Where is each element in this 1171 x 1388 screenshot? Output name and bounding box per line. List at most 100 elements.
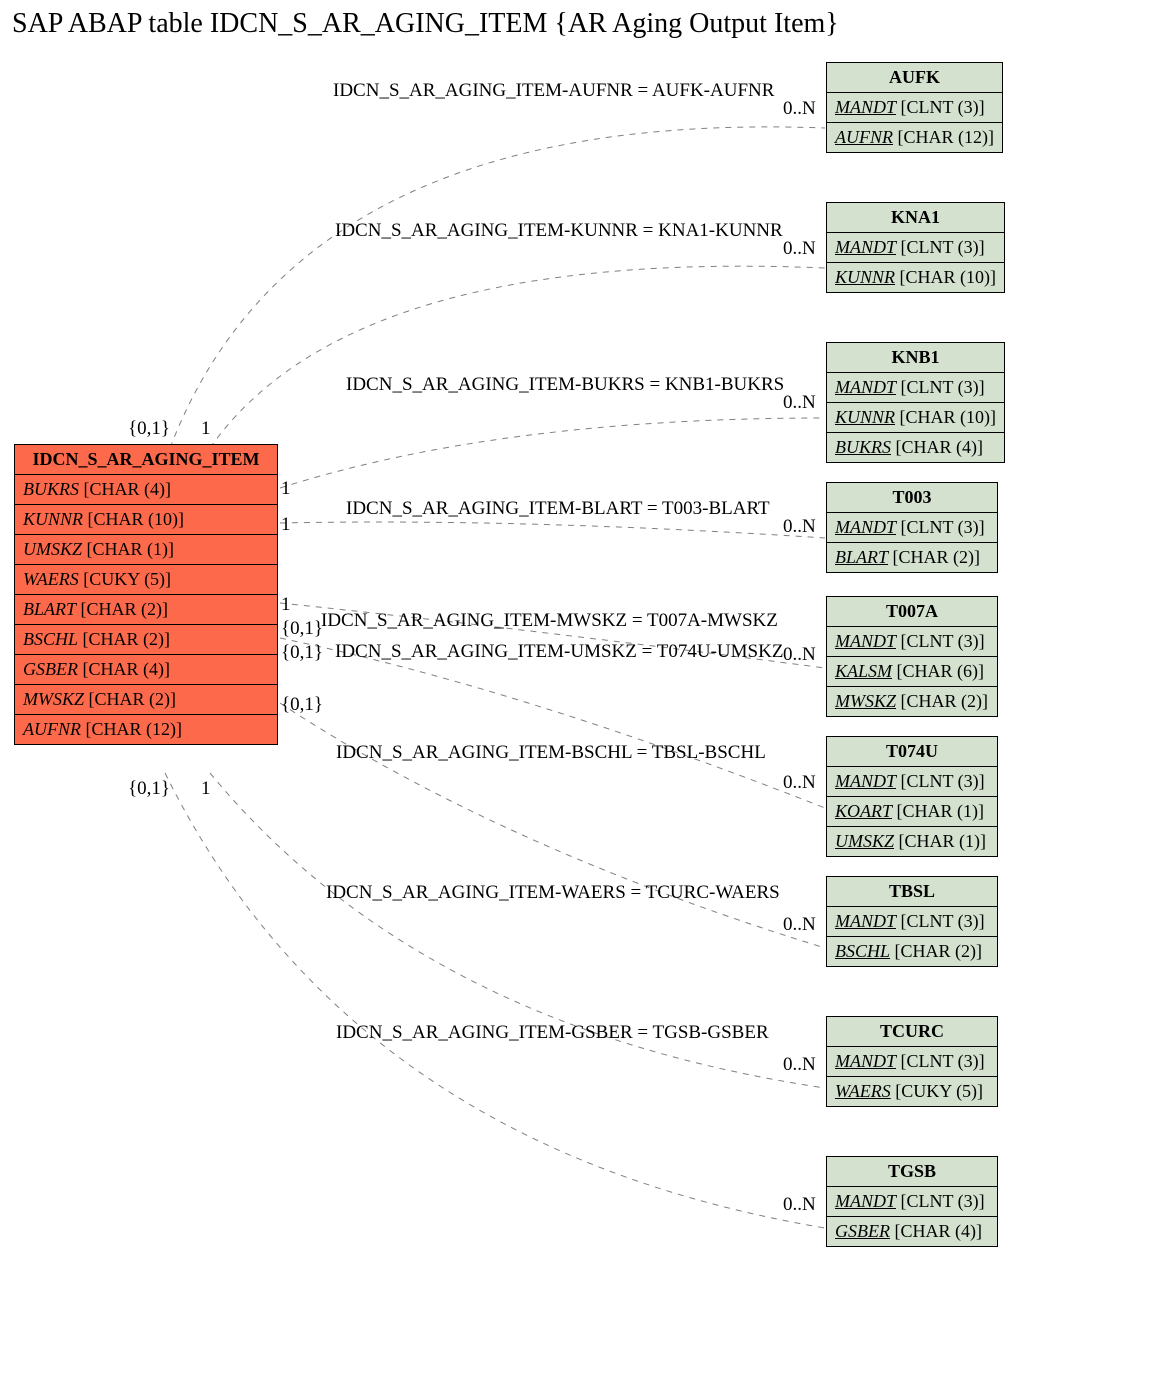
entity-target-header: AUFK <box>827 63 1002 93</box>
entity-field: GSBER [CHAR (4)] <box>827 1217 997 1246</box>
relation-label: IDCN_S_AR_AGING_ITEM-MWSKZ = T007A-MWSKZ <box>321 610 778 632</box>
entity-field: AUFNR [CHAR (12)] <box>15 715 277 744</box>
field-name: KUNNR <box>835 407 895 427</box>
entity-target: T003MANDT [CLNT (3)]BLART [CHAR (2)] <box>826 482 998 573</box>
entity-field: BUKRS [CHAR (4)] <box>15 475 277 505</box>
cardinality: 0..N <box>783 516 816 538</box>
field-name: MANDT <box>835 97 896 117</box>
field-type: [CHAR (2)] <box>84 689 176 709</box>
relation-label: IDCN_S_AR_AGING_ITEM-BLART = T003-BLART <box>346 498 770 520</box>
field-name: BUKRS <box>835 437 891 457</box>
field-name: KUNNR <box>835 267 895 287</box>
entity-main-header: IDCN_S_AR_AGING_ITEM <box>15 445 277 475</box>
field-name: BSCHL <box>23 629 78 649</box>
field-name: MANDT <box>835 1051 896 1071</box>
entity-target: KNA1MANDT [CLNT (3)] KUNNR [CHAR (10)] <box>826 202 1005 293</box>
diagram-canvas: IDCN_S_AR_AGING_ITEM BUKRS [CHAR (4)] KUN… <box>0 48 1171 1388</box>
entity-field: MANDT [CLNT (3)] <box>827 767 997 797</box>
field-type: [CHAR (4)] <box>891 437 983 457</box>
field-name: BLART <box>23 599 76 619</box>
field-name: WAERS <box>23 569 79 589</box>
entity-target: TGSBMANDT [CLNT (3)]GSBER [CHAR (4)] <box>826 1156 998 1247</box>
field-name: AUFNR <box>835 127 893 147</box>
entity-target-header: TCURC <box>827 1017 997 1047</box>
cardinality: 1 <box>281 478 291 500</box>
entity-field: MANDT [CLNT (3)] <box>827 907 997 937</box>
entity-field: MANDT [CLNT (3)] <box>827 373 1004 403</box>
cardinality: {0,1} <box>281 642 323 664</box>
entity-field: MANDT [CLNT (3)] <box>827 513 997 543</box>
field-name: WAERS <box>835 1081 891 1101</box>
field-type: [CHAR (10)] <box>895 267 996 287</box>
field-name: MANDT <box>835 631 896 651</box>
field-type: [CHAR (1)] <box>892 801 984 821</box>
field-type: [CLNT (3)] <box>896 911 985 931</box>
entity-target-header: T074U <box>827 737 997 767</box>
entity-field: MWSKZ [CHAR (2)] <box>15 685 277 715</box>
field-name: BUKRS <box>23 479 79 499</box>
page-title: SAP ABAP table IDCN_S_AR_AGING_ITEM {AR … <box>0 0 1171 48</box>
entity-field: WAERS [CUKY (5)] <box>15 565 277 595</box>
entity-field: MANDT [CLNT (3)] <box>827 93 1002 123</box>
entity-field: MWSKZ [CHAR (2)] <box>827 687 997 716</box>
relation-label: IDCN_S_AR_AGING_ITEM-WAERS = TCURC-WAERS <box>326 882 780 904</box>
field-name: KOART <box>835 801 892 821</box>
field-type: [CLNT (3)] <box>896 631 985 651</box>
field-type: [CLNT (3)] <box>896 97 985 117</box>
field-type: [CUKY (5)] <box>79 569 171 589</box>
entity-target: KNB1MANDT [CLNT (3)]KUNNR [CHAR (10)]BUK… <box>826 342 1005 463</box>
entity-field: UMSKZ [CHAR (1)] <box>15 535 277 565</box>
field-name: MANDT <box>835 911 896 931</box>
entity-target-header: T007A <box>827 597 997 627</box>
entity-target: AUFKMANDT [CLNT (3)]AUFNR [CHAR (12)] <box>826 62 1003 153</box>
field-name: MANDT <box>835 771 896 791</box>
field-name: KUNNR <box>23 509 83 529</box>
cardinality: 0..N <box>783 238 816 260</box>
entity-target-header: TBSL <box>827 877 997 907</box>
field-type: [CHAR (1)] <box>82 539 174 559</box>
field-name: BLART <box>835 547 888 567</box>
field-name: UMSKZ <box>835 831 894 851</box>
field-type: [CUKY (5)] <box>891 1081 983 1101</box>
field-name: KALSM <box>835 661 892 681</box>
field-type: [CLNT (3)] <box>896 377 985 397</box>
field-type: [CHAR (4)] <box>78 659 170 679</box>
entity-target: TBSLMANDT [CLNT (3)]BSCHL [CHAR (2)] <box>826 876 998 967</box>
field-type: [CLNT (3)] <box>896 771 985 791</box>
entity-main: IDCN_S_AR_AGING_ITEM BUKRS [CHAR (4)] KUN… <box>14 444 278 745</box>
field-name: GSBER <box>835 1221 890 1241</box>
field-name: UMSKZ <box>23 539 82 559</box>
field-type: [CLNT (3)] <box>896 237 985 257</box>
field-type: [CHAR (2)] <box>888 547 980 567</box>
entity-field: KUNNR [CHAR (10)] <box>827 403 1004 433</box>
entity-field: MANDT [CLNT (3)] <box>827 233 1004 263</box>
entity-target-header: TGSB <box>827 1157 997 1187</box>
entity-target-header: KNB1 <box>827 343 1004 373</box>
entity-field: WAERS [CUKY (5)] <box>827 1077 997 1106</box>
entity-target: T074UMANDT [CLNT (3)]KOART [CHAR (1)]UMS… <box>826 736 998 857</box>
entity-field: BSCHL [CHAR (2)] <box>15 625 277 655</box>
field-type: [CHAR (2)] <box>76 599 168 619</box>
field-type: [CHAR (4)] <box>890 1221 982 1241</box>
field-type: [CHAR (2)] <box>890 941 982 961</box>
field-name: BSCHL <box>835 941 890 961</box>
entity-target-header: KNA1 <box>827 203 1004 233</box>
entity-field: BLART [CHAR (2)] <box>15 595 277 625</box>
relation-label: IDCN_S_AR_AGING_ITEM-BSCHL = TBSL-BSCHL <box>336 742 766 764</box>
cardinality: 0..N <box>783 1194 816 1216</box>
entity-field: GSBER [CHAR (4)] <box>15 655 277 685</box>
field-type: [CLNT (3)] <box>896 1051 985 1071</box>
relation-label: IDCN_S_AR_AGING_ITEM-UMSKZ = T074U-UMSKZ <box>335 641 783 663</box>
entity-field: MANDT [CLNT (3)] <box>827 1187 997 1217</box>
entity-field: KOART [CHAR (1)] <box>827 797 997 827</box>
field-name: MWSKZ <box>23 689 84 709</box>
field-type: [CHAR (10)] <box>895 407 996 427</box>
entity-target: T007AMANDT [CLNT (3)]KALSM [CHAR (6)]MWS… <box>826 596 998 717</box>
cardinality: 0..N <box>783 392 816 414</box>
field-type: [CHAR (2)] <box>78 629 170 649</box>
entity-field: AUFNR [CHAR (12)] <box>827 123 1002 152</box>
field-type: [CHAR (10)] <box>83 509 184 529</box>
field-type: [CHAR (4)] <box>79 479 171 499</box>
entity-field: MANDT [CLNT (3)] <box>827 627 997 657</box>
field-name: GSBER <box>23 659 78 679</box>
